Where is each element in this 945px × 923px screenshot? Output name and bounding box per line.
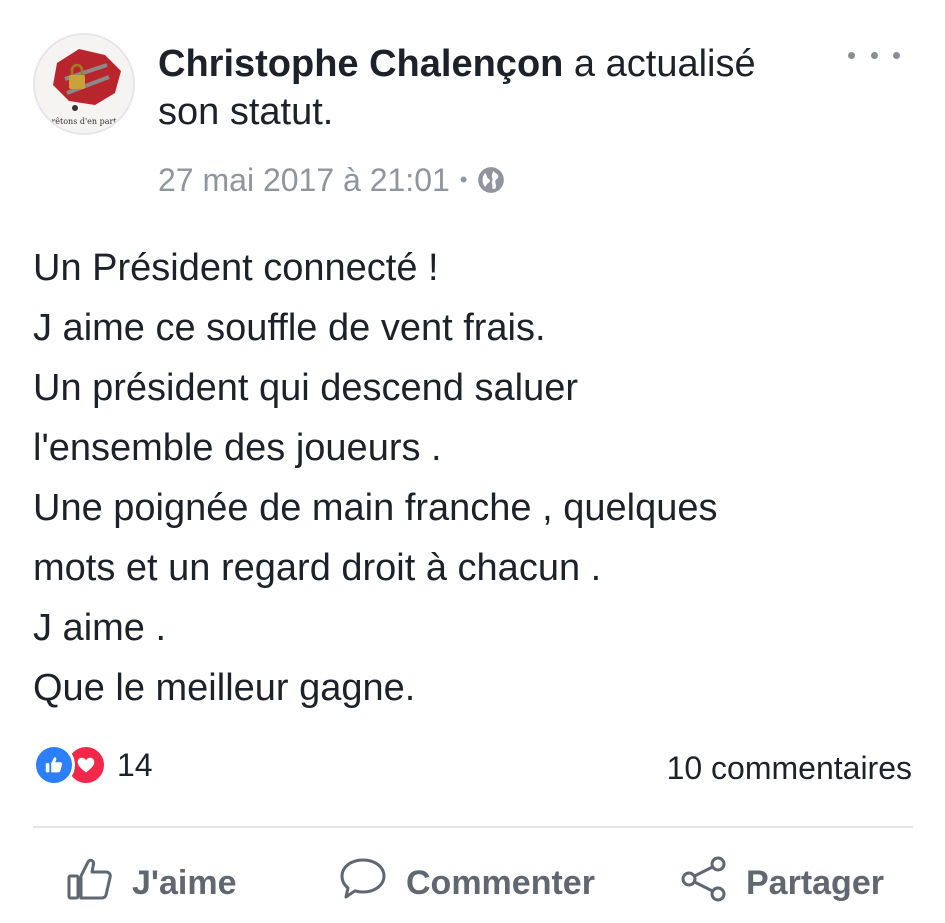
comment-button[interactable]: Commenter: [338, 850, 595, 916]
post-line: Un Président connecté !: [33, 247, 439, 289]
action-bar: J'aime Commenter Partager: [0, 850, 945, 916]
post-line: J aime ce souffle de vent frais.: [33, 307, 546, 349]
author-name[interactable]: Christophe Chalençon: [158, 43, 563, 85]
svg-text:rêtons d'en part: rêtons d'en part: [51, 117, 117, 126]
post-line: mots et un regard droit à chacun .: [33, 547, 602, 589]
post-timestamp[interactable]: 27 mai 2017 à 21:01: [158, 160, 450, 200]
action-divider: [33, 826, 913, 828]
share-button[interactable]: Partager: [680, 850, 884, 916]
status-post: rêtons d'en part Christophe Chalençon a …: [0, 0, 945, 923]
post-header: Christophe Chalençon a actualisé son sta…: [158, 40, 798, 136]
share-label: Partager: [746, 863, 884, 902]
share-icon: [680, 856, 728, 911]
speech-bubble-icon: [338, 856, 388, 911]
reaction-count: 14: [117, 747, 153, 783]
like-reaction-icon: [33, 744, 75, 786]
post-line: J aime .: [33, 607, 167, 649]
meta-separator: •: [459, 167, 468, 192]
post-line: Un président qui descend saluer: [33, 367, 579, 409]
post-meta: 27 mai 2017 à 21:01 •: [158, 160, 505, 200]
like-label: J'aime: [132, 863, 237, 902]
more-dot: [870, 51, 878, 59]
post-line: l'ensemble des joueurs .: [33, 427, 442, 469]
author-avatar[interactable]: rêtons d'en part: [33, 33, 135, 135]
comment-label: Commenter: [406, 863, 595, 902]
comments-count[interactable]: 10 commentaires: [667, 748, 912, 788]
more-dot: [893, 51, 900, 59]
map-chain-avatar: rêtons d'en part: [35, 35, 133, 133]
post-line: Une poignée de main franche , quelques: [33, 487, 718, 529]
post-body: Un Président connecté ! J aime ce souffl…: [33, 238, 923, 718]
more-icon[interactable]: [848, 40, 900, 70]
more-dot: [848, 51, 855, 59]
like-button[interactable]: J'aime: [66, 850, 237, 916]
thumbs-up-icon: [66, 856, 114, 911]
reactions-summary[interactable]: 14: [33, 744, 153, 786]
post-line: Que le meilleur gagne.: [33, 667, 416, 709]
globe-icon[interactable]: [477, 166, 505, 194]
